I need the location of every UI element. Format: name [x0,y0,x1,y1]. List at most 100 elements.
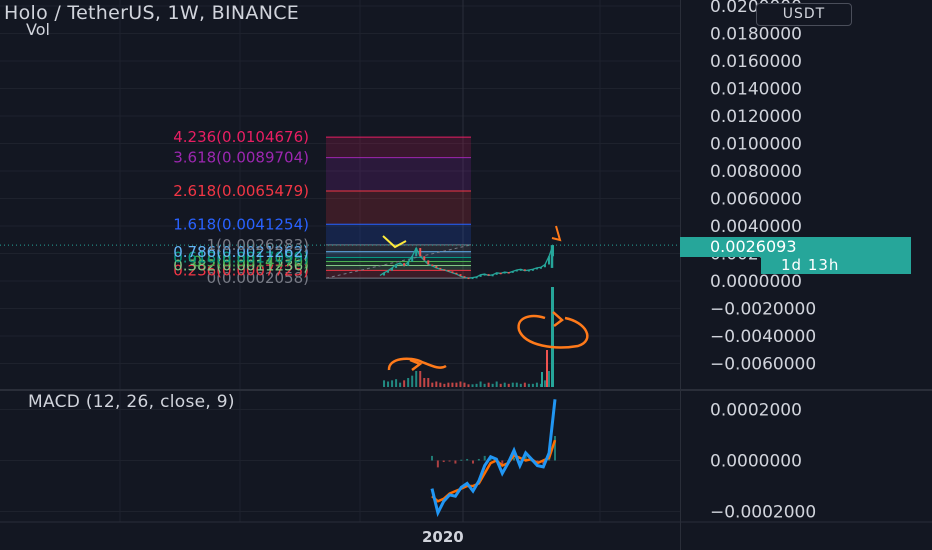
volume-bar [491,383,494,387]
macd-histogram-bar [442,460,445,463]
price-candle [419,248,422,257]
x-axis-year-label: 2020 [422,528,464,546]
price-axis-tick: 0.0040000 [710,217,802,237]
price-candle [491,274,494,277]
price-candle [483,274,486,276]
macd-histogram-bar [436,460,439,468]
volume-bar [439,382,442,387]
volume-bar [471,384,474,387]
price-candle [471,277,474,280]
arrow-annotation [551,225,562,242]
volume-bar [511,382,514,387]
chart-canvas[interactable]: 0(0.0002058)0.236(0.0007725)0.382(0.0011… [0,0,932,550]
price-axis-tick: −0.0060000 [710,355,816,375]
volume-bar [527,383,530,387]
volume-bar [507,383,510,387]
price-candle [399,263,402,265]
volume-bar [519,383,522,387]
price-candle [415,248,418,257]
volume-bar [447,382,450,387]
volume-bar [455,382,458,387]
fib-zone [326,224,471,245]
price-candle [455,272,458,275]
macd-histogram-bar [431,455,433,461]
price-candle [443,269,446,271]
signal-line [431,439,557,503]
volume-bar [463,382,466,387]
macd-histogram-bar [477,458,480,461]
volume-bar [547,371,550,387]
price-candle [439,267,442,270]
volume-bar [467,384,470,387]
price-candle [479,274,482,277]
volume-bar [541,372,543,387]
price-axis-tick: −0.0040000 [710,327,816,347]
price-candle [515,270,518,272]
volume-bar [387,381,390,387]
macd-histogram-bar [554,436,556,461]
currency-unit-button[interactable]: USDT [756,3,852,26]
macd-label: MACD (12, 26, close, 9) [28,392,235,412]
price-axis-tick: 0.0140000 [710,80,802,100]
volume-bar [551,287,554,387]
volume-bar [399,382,402,387]
price-candle [543,264,546,268]
price-candle [519,269,522,271]
volume-bar [415,371,418,387]
fib-level-label: 1.618(0.0041254) [173,215,309,233]
price-candle [411,256,414,262]
price-candle [431,264,434,266]
macd-axis-tick: 0.0000000 [710,452,802,472]
volume-bar [543,380,546,387]
price-candle [503,272,506,274]
price-candle [383,272,386,276]
macd-axis-tick: 0.0002000 [710,401,802,421]
volume-bar [531,383,534,387]
macd-histogram-bar [483,455,486,461]
volume-bar [407,378,410,387]
volume-bar [383,380,386,387]
volume-bar [487,382,490,387]
price-candle [403,263,406,266]
volume-bar [546,350,548,387]
circle-arrow-annotation [552,311,564,327]
price-candle [427,260,430,265]
price-candle [387,270,390,273]
price-axis-tick: 0.0080000 [710,162,802,182]
macd-histogram-bar [460,459,463,461]
volume-bar [479,381,482,387]
price-candle [423,256,426,261]
price-axis-tick: 0.0000000 [710,272,802,292]
macd-histogram-bar [466,458,469,461]
fib-zone [326,190,471,225]
volume-bar [427,378,430,387]
volume-bar [391,380,394,387]
price-candle [467,277,470,280]
macd-histogram-bar [454,460,457,464]
price-candle [527,270,530,272]
fib-zone [326,257,471,262]
volume-bar [483,383,486,387]
last-price-tag: 0.0026093 [680,237,911,257]
price-candle [539,267,542,269]
price-candle [487,274,490,276]
bar-countdown: 1d 13h [761,257,911,274]
price-candle [523,269,526,271]
price-candle [395,264,398,268]
volume-bar [431,382,434,387]
price-candle [499,272,502,275]
price-candle [531,269,534,271]
volume-bar [451,382,454,387]
fib-zone [326,137,471,158]
volume-bar [459,381,462,387]
volume-bar [443,383,446,387]
price-axis-tick: 0.0100000 [710,135,802,155]
price-candle [475,276,478,279]
price-candle [459,274,462,277]
price-candle [451,271,454,273]
volume-bar [403,380,406,387]
price-candle [407,261,410,266]
fib-zone [326,265,471,271]
fib-level-label: 2.618(0.0065479) [173,182,309,200]
price-candle [463,276,466,278]
